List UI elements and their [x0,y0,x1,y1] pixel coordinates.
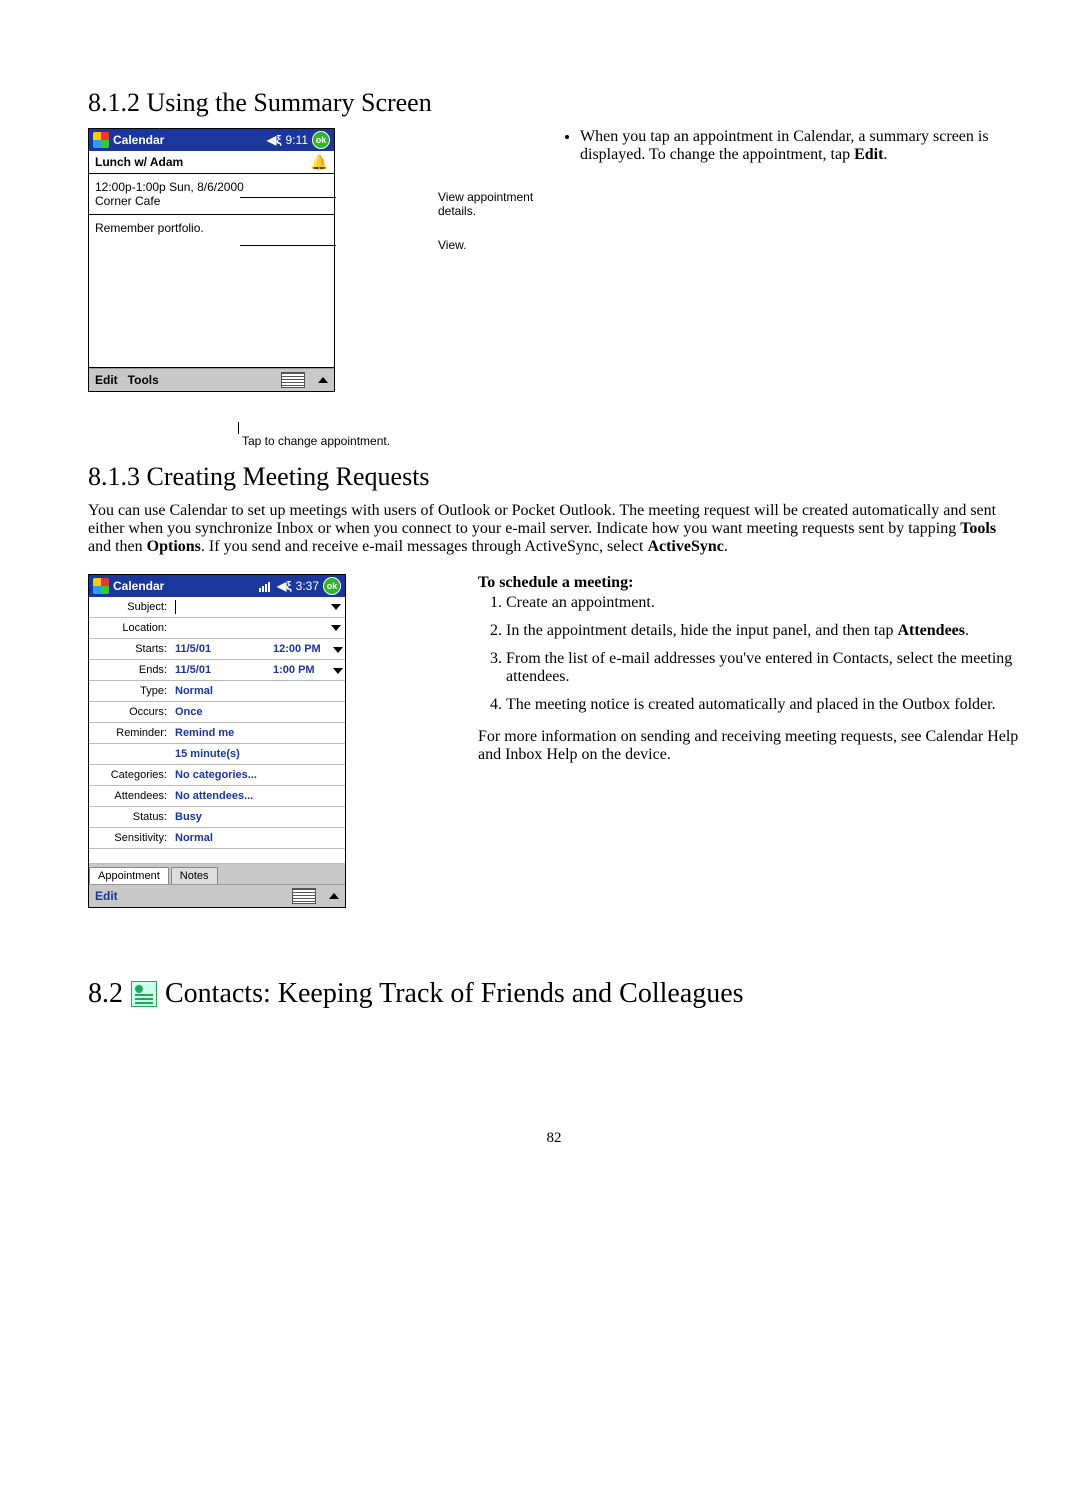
contacts-icon [131,981,157,1007]
sensitivity-label: Sensitivity: [89,832,171,844]
type-value[interactable]: Normal [171,685,345,697]
speaker-icon[interactable]: ◀ξ [267,133,282,147]
tools-menu[interactable]: Tools [128,373,159,387]
speaker-icon[interactable]: ◀ξ [277,579,292,593]
tab-appointment[interactable]: Appointment [89,867,169,884]
device-appointment-form: Calendar ◀ξ 3:37 ok Subject: Loca [88,574,346,908]
para-813: You can use Calendar to set up meetings … [88,502,1020,556]
ends-label: Ends: [89,664,171,676]
callout-view-details: View appointment details. [348,190,538,218]
reminder-interval[interactable]: 15 minute(s) [171,748,345,760]
reminder-value[interactable]: Remind me [171,727,345,739]
app-title-2: Calendar [113,579,255,593]
start-icon[interactable] [93,578,109,594]
appointment-subject: Lunch w/ Adam [95,155,183,169]
categories-value[interactable]: No categories... [171,769,345,781]
schedule-meeting-head: To schedule a meeting: [478,574,1020,592]
tab-notes[interactable]: Notes [171,867,218,884]
page-number: 82 [88,1130,1020,1147]
clock-2: 3:37 [296,579,319,593]
titlebar-2: Calendar ◀ξ 3:37 ok [89,575,345,597]
step-4: The meeting notice is created automatica… [506,696,1020,714]
signal-icon [259,580,273,592]
location-label: Location: [89,622,171,634]
ok-button-2[interactable]: ok [323,577,341,595]
sensitivity-value[interactable]: Normal [171,832,345,844]
subject-label: Subject: [89,601,171,613]
heading-813: 8.1.3 Creating Meeting Requests [88,462,1020,492]
appointment-details-pane: 12:00p-1:00p Sun, 8/6/2000 Corner Cafe [89,174,334,215]
status-value[interactable]: Busy [171,811,345,823]
start-icon[interactable] [93,132,109,148]
sip-arrow-icon[interactable] [318,377,328,383]
step-3: From the list of e-mail addresses you've… [506,650,1020,686]
edit-menu-2[interactable]: Edit [95,889,118,903]
chevron-down-icon[interactable] [333,647,343,653]
ok-button[interactable]: ok [312,131,330,149]
sip-arrow-icon[interactable] [329,893,339,899]
heading-812: 8.1.2 Using the Summary Screen [88,88,1020,118]
app-title: Calendar [113,133,263,147]
edit-menu[interactable]: Edit [95,373,118,387]
sip-keyboard-icon[interactable] [292,888,316,904]
heading-82: 8.2 Contacts: Keeping Track of Friends a… [88,978,1020,1010]
status-label: Status: [89,811,171,823]
subject-dropdown-icon[interactable] [331,604,341,610]
chevron-down-icon[interactable] [333,668,343,674]
occurs-label: Occurs: [89,706,171,718]
ends-date[interactable]: 11/5/01 [171,664,273,676]
device-summary-screen: Calendar ◀ξ 9:11 ok Lunch w/ Adam 🔔 12:0… [88,128,335,392]
callout-tap-to-change: Tap to change appointment. [216,434,416,448]
appointment-time: 12:00p-1:00p Sun, 8/6/2000 [95,180,328,194]
reminder-label: Reminder: [89,727,171,739]
sip-keyboard-icon[interactable] [281,372,305,388]
location-dropdown-icon[interactable] [331,625,341,631]
attendees-label: Attendees: [89,790,171,802]
attendees-value[interactable]: No attendees... [171,790,345,802]
step-1: Create an appointment. [506,594,1020,612]
callout-view: View. [348,238,538,252]
reminder-bell-icon: 🔔 [311,155,328,169]
appointment-note: Remember portfolio. [95,221,328,235]
type-label: Type: [89,685,171,697]
starts-date[interactable]: 11/5/01 [171,643,273,655]
categories-label: Categories: [89,769,171,781]
ends-time[interactable]: 1:00 PM [273,664,345,676]
titlebar: Calendar ◀ξ 9:11 ok [89,129,334,151]
starts-time[interactable]: 12:00 PM [273,643,345,655]
clock: 9:11 [286,133,308,147]
more-info-text: For more information on sending and rece… [478,728,1020,764]
starts-label: Starts: [89,643,171,655]
step-2: In the appointment details, hide the inp… [506,622,1020,640]
subject-input[interactable] [175,600,327,614]
occurs-value[interactable]: Once [171,706,345,718]
summary-screen-text: When you tap an appointment in Calendar,… [580,128,1020,164]
